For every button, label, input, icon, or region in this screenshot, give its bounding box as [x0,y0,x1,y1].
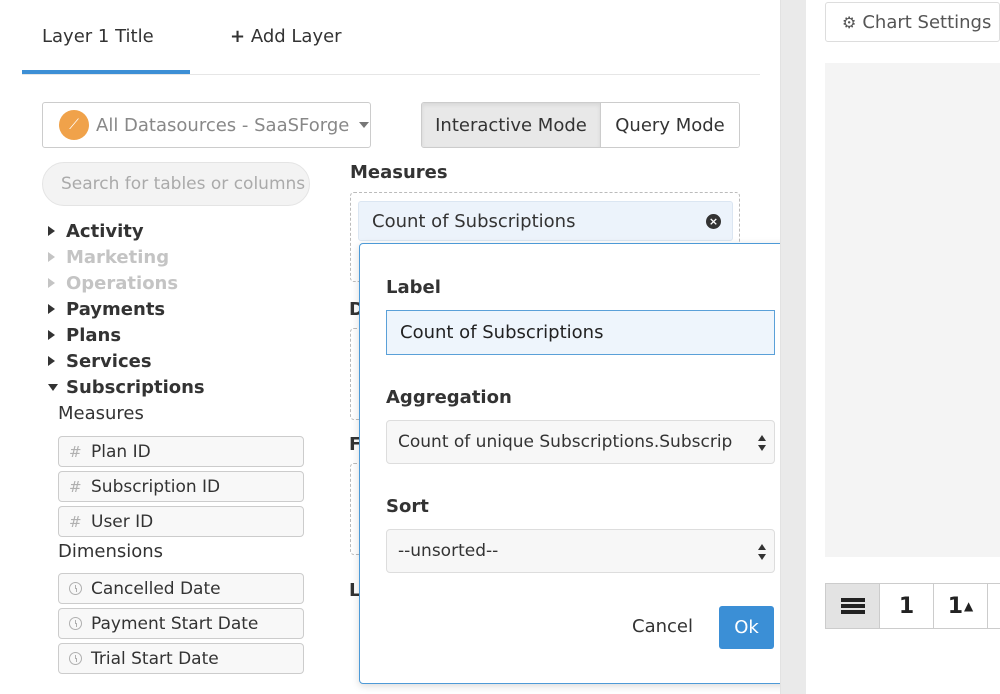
tree-item-payments[interactable]: Payments [48,297,165,321]
label-input[interactable] [386,310,775,355]
measure-chip-label: Count of Subscriptions [372,210,576,232]
remove-icon[interactable]: × [706,214,721,229]
query-builder-panel: Layer 1 Title + Add Layer ⟋ All Datasour… [0,0,802,694]
tree-item-marketing[interactable]: Marketing [48,245,169,269]
field-pill-cancelled-date[interactable]: Cancelled Date [58,573,304,604]
aggregation-heading: Aggregation [386,387,512,408]
field-label: Cancelled Date [91,578,221,599]
caret-up-icon: ▲ [964,599,974,613]
tree-item-label: Services [66,350,152,372]
single-value-trend-button[interactable]: 1 ▲ [934,584,988,628]
measure-chip[interactable]: Count of Subscriptions × [358,201,733,241]
plus-icon: + [230,26,246,47]
field-label: Trial Start Date [91,648,219,669]
tree-item-activity[interactable]: Activity [48,219,144,243]
caret-down-icon [48,383,58,391]
hash-icon: # [69,512,82,531]
field-pill-plan-id[interactable]: # Plan ID [58,436,304,467]
select-arrows-icon [758,544,766,560]
add-layer-label: Add Layer [250,26,342,47]
trend-value-label: 1 [947,593,964,619]
tree-item-services[interactable]: Services [48,349,152,373]
cancel-button[interactable]: Cancel [632,616,693,637]
panel-divider[interactable] [780,0,806,694]
tree-item-label: Operations [66,272,179,294]
field-pill-user-id[interactable]: # User ID [58,506,304,537]
chart-canvas [825,63,1000,557]
clock-icon [69,652,82,665]
chart-settings-label: Chart Settings [862,11,992,33]
sort-select[interactable]: --unsorted-- [386,529,775,573]
single-value-button[interactable]: 1 [880,584,934,628]
measure-edit-popover: Label Aggregation Count of unique Subscr… [359,243,802,684]
add-layer-tab[interactable]: + Add Layer [230,26,342,47]
datasource-label: All Datasources - SaaSForge [96,114,350,136]
field-label: Subscription ID [91,476,221,497]
visualization-toolbar: 1 1 ▲ [825,583,1000,629]
field-pill-payment-start-date[interactable]: Payment Start Date [58,608,304,639]
chevron-down-icon [359,122,370,128]
sort-heading: Sort [386,496,429,517]
hash-icon: # [69,477,82,496]
measures-drop-heading: Measures [350,162,448,183]
field-label: Payment Start Date [91,613,259,634]
tree-item-label: Subscriptions [66,376,205,398]
tree-item-operations[interactable]: Operations [48,271,178,295]
caret-right-icon [48,304,55,314]
clock-icon [69,617,82,630]
caret-right-icon [48,226,55,236]
interactive-mode-button[interactable]: Interactive Mode [422,103,601,147]
label-heading: Label [386,277,441,298]
tree-item-label: Activity [66,220,144,242]
tree-item-label: Plans [66,324,122,346]
hash-icon: # [69,442,82,461]
tree-item-plans[interactable]: Plans [48,323,121,347]
field-label: User ID [91,511,154,532]
datasource-dropdown[interactable]: ⟋ All Datasources - SaaSForge [42,102,371,148]
sort-value: --unsorted-- [398,541,499,561]
aggregation-value: Count of unique Subscriptions.Subscrip [398,432,733,452]
dimensions-subheading: Dimensions [58,541,164,562]
caret-right-icon [48,278,55,288]
query-mode-button[interactable]: Query Mode [601,103,739,147]
tab-layer-1[interactable]: Layer 1 Title [42,26,154,47]
tab-divider [22,74,760,75]
select-arrows-icon [758,435,766,451]
ok-button[interactable]: Ok [719,606,774,649]
measures-subheading: Measures [58,403,144,424]
tree-item-label: Marketing [66,246,170,268]
chart-settings-button[interactable]: ⚙ Chart Settings [825,2,1000,42]
datasource-logo-icon: ⟋ [59,110,89,140]
field-label: Plan ID [91,441,151,462]
mode-toggle: Interactive Mode Query Mode [421,102,740,148]
table-search-input[interactable] [42,162,310,206]
table-view-button[interactable] [826,584,880,628]
clock-icon [69,582,82,595]
tree-item-label: Payments [66,298,166,320]
field-pill-subscription-id[interactable]: # Subscription ID [58,471,304,502]
caret-right-icon [48,330,55,340]
chart-panel: ⚙ Chart Settings 1 1 ▲ [806,0,1000,694]
tree-item-subscriptions[interactable]: Subscriptions [48,375,205,399]
caret-right-icon [48,356,55,366]
caret-right-icon [48,252,55,262]
field-pill-trial-start-date[interactable]: Trial Start Date [58,643,304,674]
list-icon [840,598,865,614]
single-value-label: 1 [898,593,915,619]
gear-icon: ⚙ [842,12,857,32]
aggregation-select[interactable]: Count of unique Subscriptions.Subscrip [386,420,775,464]
